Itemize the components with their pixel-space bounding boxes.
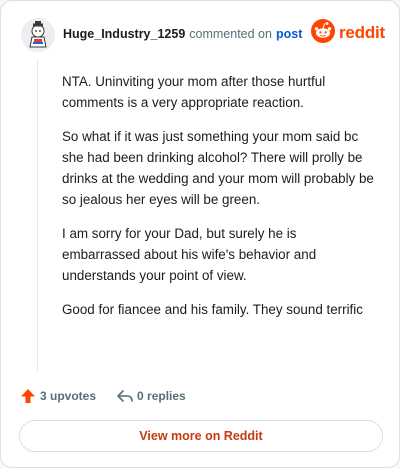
view-more-button[interactable]: View more on Reddit <box>19 420 383 452</box>
upvote-count: 3 upvotes <box>40 389 97 403</box>
reddit-wordmark: reddit <box>339 23 386 42</box>
reply-arrow-icon <box>116 387 134 405</box>
reddit-snoo-icon <box>311 18 335 48</box>
reddit-logo[interactable]: reddit <box>311 18 386 48</box>
replies-button[interactable]: 0 replies <box>116 387 186 405</box>
comment-paragraph: I am sorry for your Dad, but surely he i… <box>62 226 317 283</box>
upvote-arrow-icon <box>19 387 37 405</box>
comment-paragraph: Good for fiancee and his family. They so… <box>62 302 363 317</box>
upvote-button[interactable]: 3 upvotes <box>19 387 96 405</box>
comment-actions: 3 upvotes 0 replies <box>19 386 186 406</box>
username[interactable]: Huge_Industry_1259 <box>63 27 185 41</box>
user-avatar[interactable] <box>21 18 55 52</box>
post-link[interactable]: post <box>276 27 302 41</box>
comment-card: Huge_Industry_1259 commented on post red… <box>0 0 400 468</box>
comment-paragraph: So what if it was just something your mo… <box>62 129 374 207</box>
comment-body: NTA. Uninviting your mom after those hur… <box>62 71 374 333</box>
reply-count: 0 replies <box>137 389 186 403</box>
comment-header: Huge_Industry_1259 commented on post <box>63 25 302 43</box>
avatar-illustration <box>21 18 55 52</box>
commented-on-text: commented on <box>189 27 272 41</box>
comment-paragraph: NTA. Uninviting your mom after those hur… <box>62 74 326 110</box>
thread-line <box>37 59 38 371</box>
